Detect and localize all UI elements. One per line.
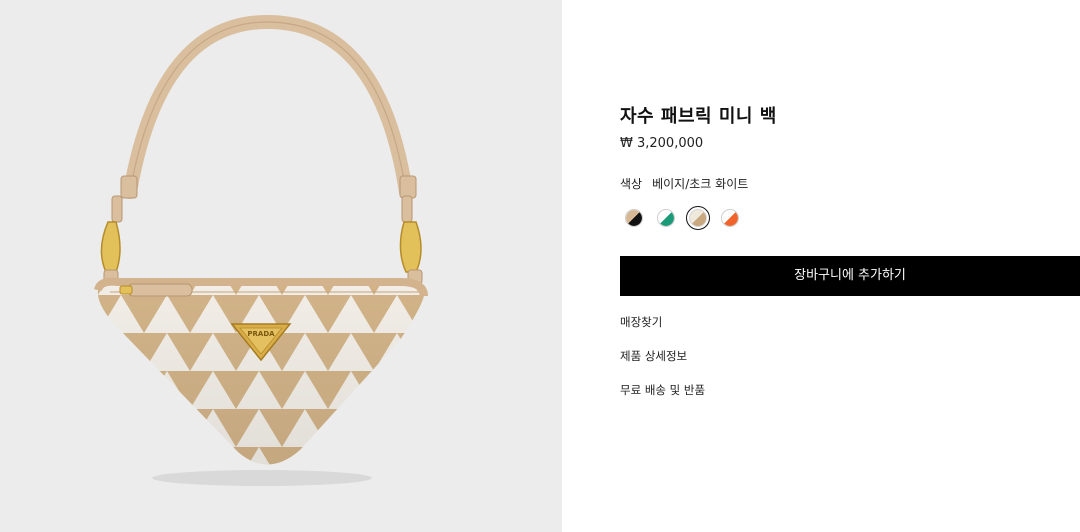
color-swatches <box>620 206 760 230</box>
product-image-gallery[interactable]: PRADA <box>0 0 562 532</box>
color-row: 색상 베이지/초크 화이트 <box>620 175 748 192</box>
add-to-cart-button[interactable]: 장바구니에 추가하기 <box>620 256 1080 296</box>
swatch-green-white[interactable] <box>657 209 675 227</box>
color-label: 색상 <box>620 177 643 191</box>
swatch-orange-white[interactable] <box>721 209 739 227</box>
color-value: 베이지/초크 화이트 <box>652 177 749 191</box>
swatch-beige-white[interactable] <box>686 206 710 230</box>
product-details-panel: 자수 패브릭 미니 백 ₩ 3,200,000 색상 베이지/초크 화이트 장바구… <box>620 0 1080 532</box>
shipping-returns-link[interactable]: 무료 배송 및 반품 <box>620 382 705 398</box>
bag-illustration: PRADA <box>94 14 428 486</box>
find-store-link[interactable]: 매장찾기 <box>620 314 662 330</box>
product-price: ₩ 3,200,000 <box>620 136 704 151</box>
product-title: 자수 패브릭 미니 백 <box>620 106 777 127</box>
swatch-black-beige[interactable] <box>625 209 643 227</box>
bag-logo-text: PRADA <box>247 330 275 338</box>
product-details-link[interactable]: 제품 상세정보 <box>620 348 687 364</box>
